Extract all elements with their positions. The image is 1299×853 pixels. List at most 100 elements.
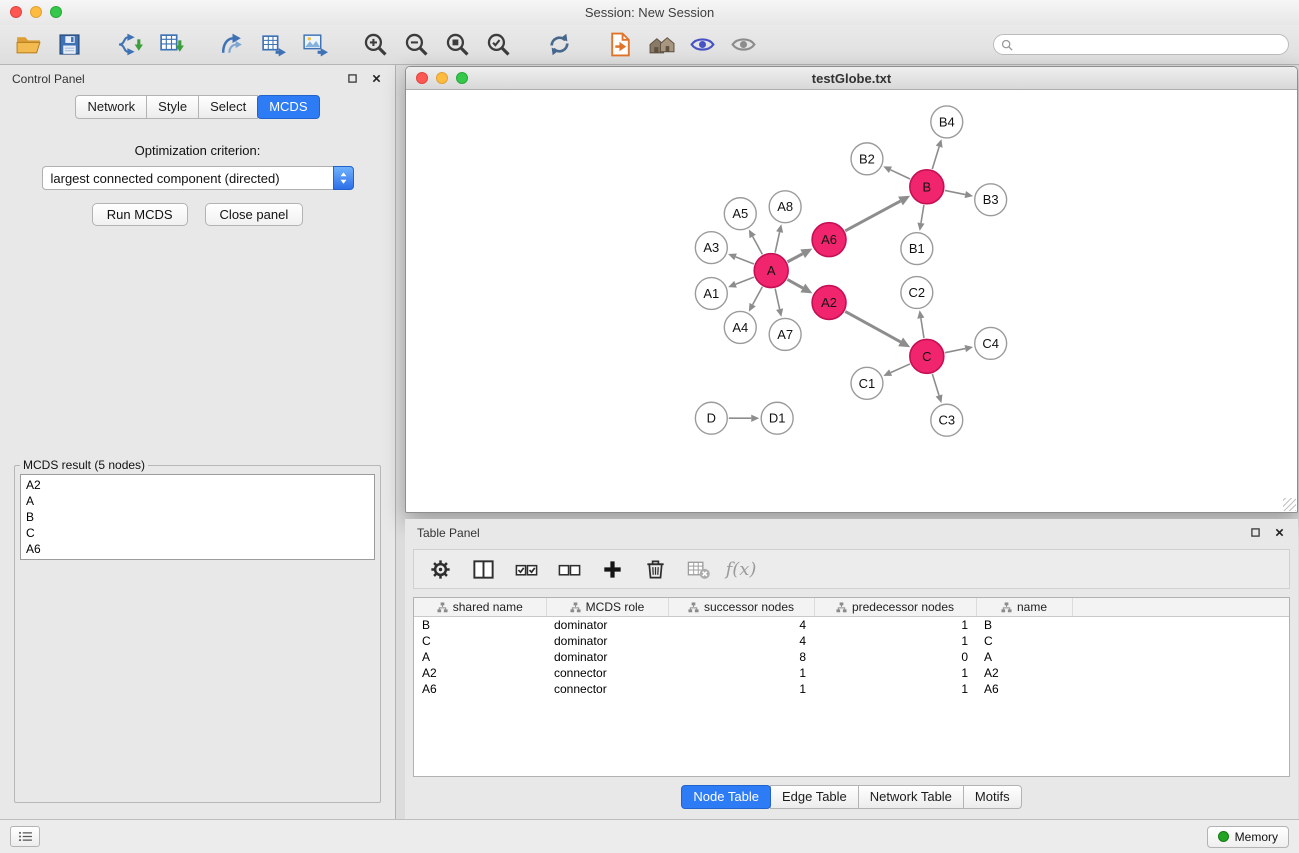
- cell-name[interactable]: A2: [976, 665, 1072, 681]
- cell-predecessor-nodes[interactable]: 1: [814, 681, 976, 697]
- mcds-result-item[interactable]: C: [22, 525, 373, 541]
- graph-node-B4[interactable]: B4: [931, 106, 963, 138]
- cell-successor-nodes[interactable]: 1: [668, 665, 814, 681]
- cell-name[interactable]: C: [976, 633, 1072, 649]
- search-box[interactable]: [993, 34, 1289, 55]
- run-mcds-button[interactable]: Run MCDS: [92, 203, 188, 226]
- cell-predecessor-nodes[interactable]: 0: [814, 649, 976, 665]
- graph-node-C2[interactable]: C2: [901, 277, 933, 309]
- tab-edge-table[interactable]: Edge Table: [770, 785, 859, 809]
- tab-select[interactable]: Select: [198, 95, 258, 119]
- cell-successor-nodes[interactable]: 1: [668, 681, 814, 697]
- cell-successor-nodes[interactable]: 4: [668, 617, 814, 634]
- column-header-MCDS-role[interactable]: MCDS role: [546, 598, 668, 617]
- cell-predecessor-nodes[interactable]: 1: [814, 665, 976, 681]
- import-table-button[interactable]: [153, 29, 189, 61]
- column-header-successor-nodes[interactable]: successor nodes: [668, 598, 814, 617]
- gear-button[interactable]: [422, 553, 458, 585]
- cell-predecessor-nodes[interactable]: 1: [814, 633, 976, 649]
- cell-MCDS-role[interactable]: connector: [546, 665, 668, 681]
- zoom-selected-button[interactable]: [480, 29, 516, 61]
- network-canvas[interactable]: AA6A2BCA5A8A3A1A4A7B4B2B3B1C2C4C1C3DD1: [406, 90, 1297, 512]
- graphics-details-eye-button[interactable]: [725, 29, 761, 61]
- status-menu-button[interactable]: [10, 826, 40, 847]
- mcds-result-item[interactable]: B: [22, 509, 373, 525]
- tab-network[interactable]: Network: [75, 95, 147, 119]
- tab-style[interactable]: Style: [146, 95, 199, 119]
- edge-C-C4[interactable]: [945, 345, 973, 353]
- close-panel-icon[interactable]: [369, 72, 383, 86]
- deselect-all-button[interactable]: [551, 553, 587, 585]
- table-row[interactable]: A6connector11A6: [414, 681, 1289, 697]
- graph-node-A2[interactable]: A2: [812, 286, 846, 320]
- cell-name[interactable]: A6: [976, 681, 1072, 697]
- cell-MCDS-role[interactable]: dominator: [546, 633, 668, 649]
- network-window-titlebar[interactable]: testGlobe.txt: [406, 67, 1297, 90]
- split-panel-button[interactable]: [465, 553, 501, 585]
- edge-A6-B[interactable]: [845, 196, 910, 231]
- graph-node-B[interactable]: B: [910, 170, 944, 204]
- tab-mcds[interactable]: MCDS: [257, 95, 319, 119]
- edge-B-B1[interactable]: [917, 205, 924, 231]
- zoom-out-button[interactable]: [398, 29, 434, 61]
- network-close-button[interactable]: [416, 72, 428, 84]
- network-graph[interactable]: AA6A2BCA5A8A3A1A4A7B4B2B3B1C2C4C1C3DD1: [406, 90, 1297, 512]
- zoom-fit-button[interactable]: [439, 29, 475, 61]
- graph-node-C4[interactable]: C4: [975, 327, 1007, 359]
- function-builder-button[interactable]: f(x): [723, 553, 759, 585]
- edge-B-B3[interactable]: [945, 190, 973, 198]
- cell-name[interactable]: B: [976, 617, 1072, 634]
- cell-MCDS-role[interactable]: dominator: [546, 617, 668, 634]
- edge-A2-C[interactable]: [845, 311, 910, 347]
- float-panel-icon[interactable]: [345, 72, 359, 86]
- tab-network-table[interactable]: Network Table: [858, 785, 964, 809]
- mcds-result-item[interactable]: A6: [22, 541, 373, 557]
- edge-A-A3[interactable]: [728, 254, 754, 264]
- mcds-result-item[interactable]: A2: [22, 477, 373, 493]
- graph-node-B1[interactable]: B1: [901, 233, 933, 265]
- export-table-button[interactable]: [255, 29, 291, 61]
- import-network-button[interactable]: [112, 29, 148, 61]
- graph-node-A4[interactable]: A4: [724, 311, 756, 343]
- optimization-dropdown[interactable]: largest connected component (directed): [42, 166, 354, 190]
- cell-name[interactable]: A: [976, 649, 1072, 665]
- table-row[interactable]: Adominator80A: [414, 649, 1289, 665]
- edge-B-B4[interactable]: [932, 139, 942, 169]
- graph-node-A8[interactable]: A8: [769, 191, 801, 223]
- refresh-layout-button[interactable]: [541, 29, 577, 61]
- first-neighbors-button[interactable]: [643, 29, 679, 61]
- memory-button[interactable]: Memory: [1207, 826, 1289, 848]
- cell-shared-name[interactable]: A2: [414, 665, 546, 681]
- zoom-in-button[interactable]: [357, 29, 393, 61]
- table-row[interactable]: A2connector11A2: [414, 665, 1289, 681]
- add-row-button[interactable]: [594, 553, 630, 585]
- graph-node-A1[interactable]: A1: [695, 278, 727, 310]
- delete-table-button[interactable]: [680, 553, 716, 585]
- graph-node-B2[interactable]: B2: [851, 143, 883, 175]
- tab-node-table[interactable]: Node Table: [681, 785, 771, 809]
- import-db-button[interactable]: [602, 29, 638, 61]
- edge-C-C2[interactable]: [917, 310, 924, 338]
- column-header-name[interactable]: name: [976, 598, 1072, 617]
- mcds-result-item[interactable]: A: [22, 493, 373, 509]
- edge-C-C1[interactable]: [883, 364, 910, 376]
- mcds-result-list[interactable]: A2ABCA6: [20, 474, 375, 560]
- delete-row-button[interactable]: [637, 553, 673, 585]
- edge-D-D1[interactable]: [729, 415, 759, 422]
- open-session-button[interactable]: [10, 29, 46, 61]
- column-header-predecessor-nodes[interactable]: predecessor nodes: [814, 598, 976, 617]
- close-mcds-panel-button[interactable]: Close panel: [205, 203, 304, 226]
- graph-node-C1[interactable]: C1: [851, 367, 883, 399]
- table-row[interactable]: Cdominator41C: [414, 633, 1289, 649]
- graph-node-D[interactable]: D: [695, 402, 727, 434]
- graph-node-A[interactable]: A: [754, 254, 788, 288]
- close-window-button[interactable]: [10, 6, 22, 18]
- close-table-panel-icon[interactable]: [1272, 526, 1286, 540]
- search-input[interactable]: [1018, 36, 1281, 54]
- edge-A-A8[interactable]: [775, 224, 783, 252]
- graph-node-A6[interactable]: A6: [812, 223, 846, 257]
- tab-motifs[interactable]: Motifs: [963, 785, 1022, 809]
- cell-shared-name[interactable]: A6: [414, 681, 546, 697]
- export-network-button[interactable]: [214, 29, 250, 61]
- edge-B-B2[interactable]: [883, 166, 910, 179]
